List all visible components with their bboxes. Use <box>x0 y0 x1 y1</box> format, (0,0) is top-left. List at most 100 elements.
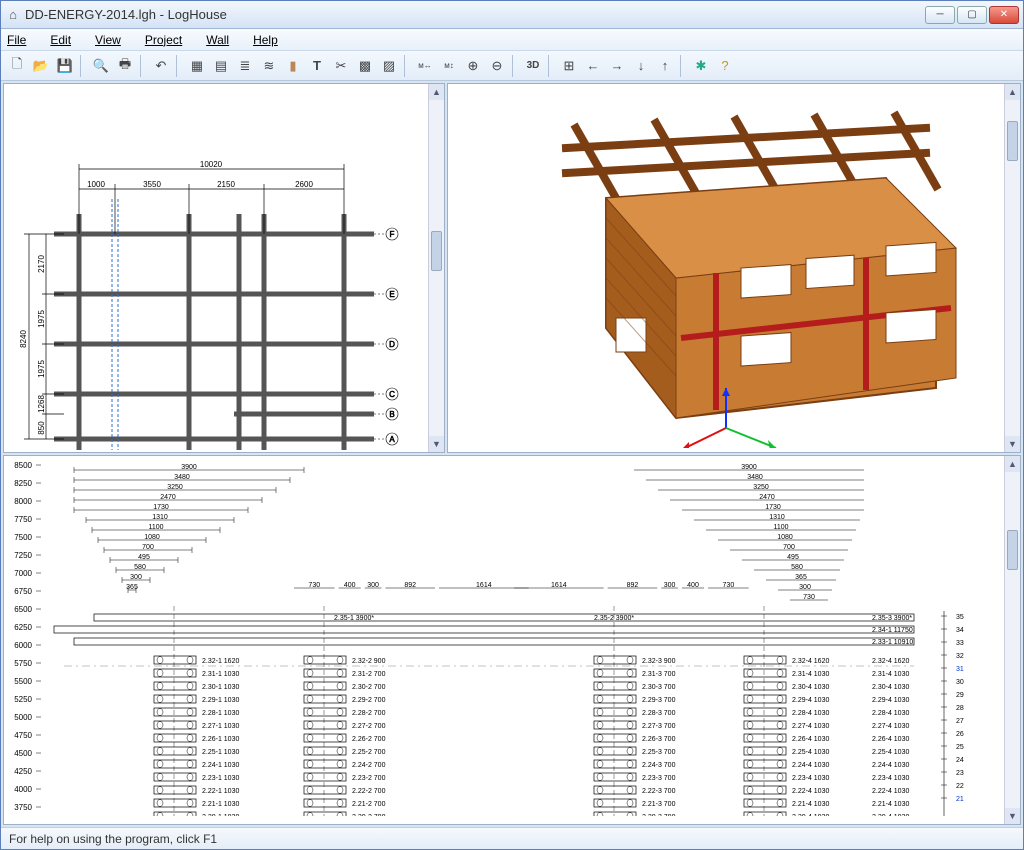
arrow-right-icon[interactable]: → <box>606 55 628 77</box>
svg-text:2.24-1 1030: 2.24-1 1030 <box>202 762 239 769</box>
zoom-out-icon[interactable]: ⊖ <box>486 55 508 77</box>
dim-h-icon[interactable]: м↔ <box>414 55 436 77</box>
grid1-icon[interactable]: ▦ <box>186 55 208 77</box>
menu-wall[interactable]: Wall <box>206 33 241 47</box>
menu-bar[interactable]: File Edit View Project Wall Help <box>1 29 1023 51</box>
svg-text:2.24-4 1030: 2.24-4 1030 <box>792 762 829 769</box>
svg-text:2.21-3 700: 2.21-3 700 <box>642 801 676 808</box>
help-icon[interactable]: ? <box>714 55 736 77</box>
titlebar[interactable]: ⌂ DD-ENERGY-2014.lgh - LogHouse ─ ▢ ✕ <box>1 1 1023 29</box>
3d-scrollbar[interactable]: ▲▼ <box>1004 84 1020 452</box>
svg-text:32: 32 <box>956 653 964 660</box>
wall-icon[interactable]: ▮ <box>282 55 304 77</box>
svg-text:2.29-3 700: 2.29-3 700 <box>642 697 676 704</box>
svg-text:2.21-1 1030: 2.21-1 1030 <box>202 801 239 808</box>
app-window: ⌂ DD-ENERGY-2014.lgh - LogHouse ─ ▢ ✕ Fi… <box>0 0 1024 850</box>
svg-text:580: 580 <box>791 564 803 571</box>
svg-text:2.25-1 1030: 2.25-1 1030 <box>202 749 239 756</box>
plan-view-panel[interactable]: 10020 1000 3550 2150 2600 <box>3 83 445 453</box>
svg-text:2.25-3 700: 2.25-3 700 <box>642 749 676 756</box>
svg-text:700: 700 <box>142 544 154 551</box>
menu-project[interactable]: Project <box>145 33 194 47</box>
svg-text:2.33-1 10910: 2.33-1 10910 <box>872 639 913 646</box>
undo-icon[interactable]: ↶ <box>150 55 172 77</box>
svg-text:300: 300 <box>367 582 379 589</box>
minimize-button[interactable]: ─ <box>925 6 955 24</box>
refresh-icon[interactable]: ✱ <box>690 55 712 77</box>
svg-text:2.30-3 700: 2.30-3 700 <box>642 684 676 691</box>
plan-scrollbar[interactable]: ▲▼ <box>428 84 444 452</box>
arrow-up-icon[interactable]: ↑ <box>654 55 676 77</box>
grid4-icon[interactable]: ≋ <box>258 55 280 77</box>
svg-text:7750: 7750 <box>14 515 32 524</box>
dim-v-icon[interactable]: м↕ <box>438 55 460 77</box>
svg-text:892: 892 <box>404 582 416 589</box>
svg-text:4750: 4750 <box>14 731 32 740</box>
svg-text:1100: 1100 <box>148 524 163 531</box>
svg-text:2.23-4 1030: 2.23-4 1030 <box>792 775 829 782</box>
svg-text:23: 23 <box>956 770 964 777</box>
svg-text:2.27-4 1030: 2.27-4 1030 <box>872 723 909 730</box>
svg-text:2.30-1 1030: 2.30-1 1030 <box>202 684 239 691</box>
grid2-icon[interactable]: ▤ <box>210 55 232 77</box>
svg-text:2.31-4 1030: 2.31-4 1030 <box>792 671 829 678</box>
svg-text:2.20-3 700: 2.20-3 700 <box>642 814 676 816</box>
svg-text:400: 400 <box>344 582 356 589</box>
svg-text:2.25-4 1030: 2.25-4 1030 <box>872 749 909 756</box>
svg-text:34: 34 <box>956 627 964 634</box>
3d-icon[interactable]: 3D <box>522 55 544 77</box>
grid-all-icon[interactable]: ⊞ <box>558 55 580 77</box>
3d-view-panel[interactable]: ▲▼ <box>447 83 1021 453</box>
svg-text:2.32-1 1620: 2.32-1 1620 <box>202 658 239 665</box>
text-icon[interactable]: T <box>306 55 328 77</box>
svg-text:7250: 7250 <box>14 551 32 560</box>
svg-text:C: C <box>389 390 395 399</box>
print-preview-icon[interactable]: 🔍 <box>90 55 112 77</box>
section-scrollbar[interactable]: ▲▼ <box>1004 456 1020 824</box>
svg-text:580: 580 <box>134 564 146 571</box>
layers2-icon[interactable]: ▨ <box>378 55 400 77</box>
close-button[interactable]: ✕ <box>989 6 1019 24</box>
svg-text:27: 27 <box>956 718 964 725</box>
svg-text:6250: 6250 <box>14 623 32 632</box>
svg-text:3900: 3900 <box>741 464 757 471</box>
cut-icon[interactable]: ✂ <box>330 55 352 77</box>
svg-text:2.23-2 700: 2.23-2 700 <box>352 775 386 782</box>
arrow-left-icon[interactable]: ← <box>582 55 604 77</box>
svg-text:2.20-1 1030: 2.20-1 1030 <box>202 814 239 816</box>
section-view-panel[interactable]: 8500825080007750750072507000675065006250… <box>3 455 1021 825</box>
menu-help[interactable]: Help <box>253 33 290 47</box>
svg-text:6750: 6750 <box>14 587 32 596</box>
arrow-down-icon[interactable]: ↓ <box>630 55 652 77</box>
open-icon[interactable]: 📂 <box>30 55 52 77</box>
toolbar: 🗋 📂 💾 🔍 🖶 ↶ ▦ ▤ ≣ ≋ ▮ T ✂ ▩ ▨ м↔ м↕ ⊕ ⊖ … <box>1 51 1023 81</box>
svg-text:2.28-4 1030: 2.28-4 1030 <box>872 710 909 717</box>
svg-text:1100: 1100 <box>773 524 788 531</box>
maximize-button[interactable]: ▢ <box>957 6 987 24</box>
svg-text:2.28-4 1030: 2.28-4 1030 <box>792 710 829 717</box>
zoom-in-icon[interactable]: ⊕ <box>462 55 484 77</box>
svg-text:4500: 4500 <box>14 749 32 758</box>
svg-text:1614: 1614 <box>551 582 567 589</box>
save-icon[interactable]: 💾 <box>54 55 76 77</box>
svg-text:2.26-1 1030: 2.26-1 1030 <box>202 736 239 743</box>
svg-text:2.22-4 1030: 2.22-4 1030 <box>872 788 909 795</box>
svg-text:4250: 4250 <box>14 767 32 776</box>
svg-text:730: 730 <box>803 594 815 601</box>
svg-text:8240: 8240 <box>19 330 28 348</box>
layers-icon[interactable]: ▩ <box>354 55 376 77</box>
menu-file[interactable]: File <box>7 33 38 47</box>
menu-view[interactable]: View <box>95 33 133 47</box>
print-icon[interactable]: 🖶 <box>114 55 136 77</box>
grid3-icon[interactable]: ≣ <box>234 55 256 77</box>
svg-text:10020: 10020 <box>200 160 223 169</box>
svg-text:2.20-4 1030: 2.20-4 1030 <box>872 814 909 816</box>
svg-text:30: 30 <box>956 679 964 686</box>
svg-text:F: F <box>390 230 395 239</box>
svg-text:2.24-3 700: 2.24-3 700 <box>642 762 676 769</box>
new-icon[interactable]: 🗋 <box>6 55 28 77</box>
menu-edit[interactable]: Edit <box>50 33 83 47</box>
svg-text:2.30-4 1030: 2.30-4 1030 <box>792 684 829 691</box>
svg-text:5250: 5250 <box>14 695 32 704</box>
svg-text:2.21-4 1030: 2.21-4 1030 <box>872 801 909 808</box>
